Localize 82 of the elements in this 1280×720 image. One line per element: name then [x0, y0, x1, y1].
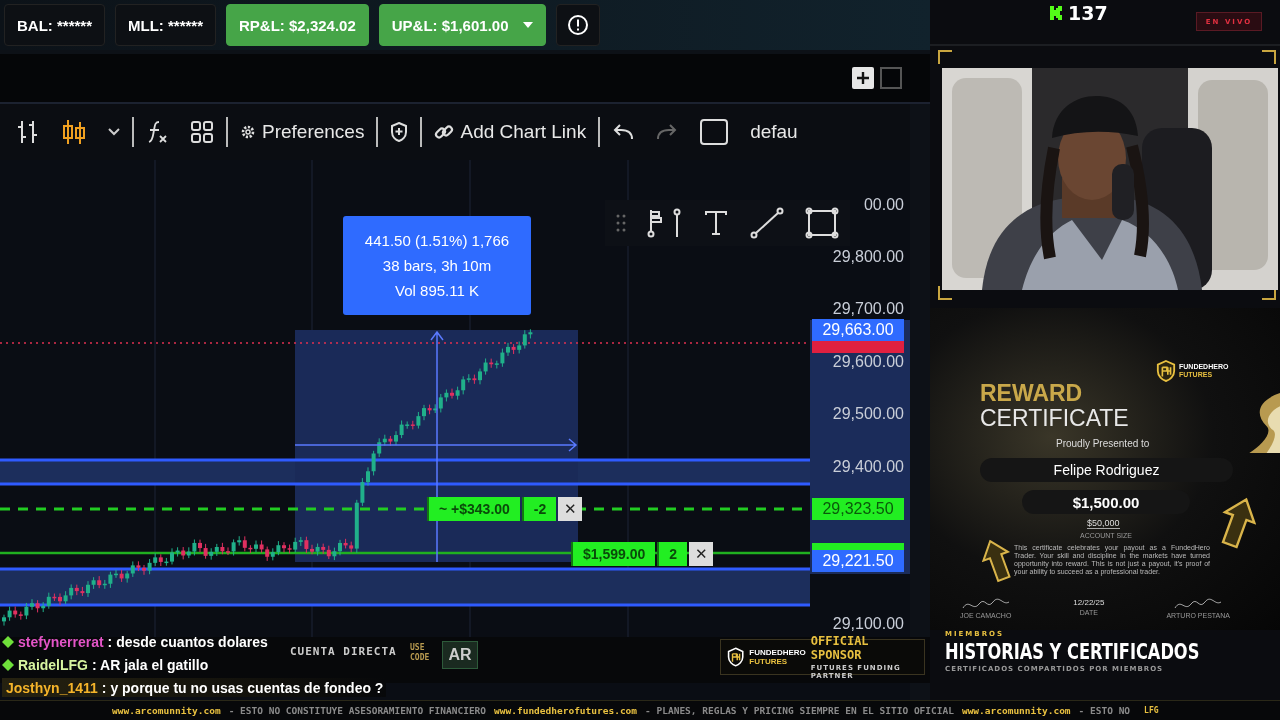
line-tool-icon[interactable] [749, 207, 784, 239]
account-size: $50,000 [1087, 518, 1120, 529]
price-label: 29,700.00 [832, 300, 904, 318]
presented-text: Proudly Presented to [1056, 438, 1150, 449]
account-stat: RP&L: $2,324.02 [226, 4, 369, 46]
sponsor-title: OFFICIAL SPONSOR [810, 634, 870, 662]
corner-bracket [938, 50, 952, 64]
certificate-title: REWARD [980, 380, 1083, 407]
link-icon [434, 122, 455, 142]
account-stat: MLL: ****** [115, 4, 217, 46]
ticker-text: - PLANES, REGLAS Y PRICING SIEMPRE EN EL SITIO OFICIAL [645, 705, 954, 716]
ticker-link[interactable]: www.fundedherofutures.com [494, 705, 638, 716]
grid-icon[interactable] [190, 120, 214, 144]
account-stat: UP&L: $1,601.00 [378, 4, 546, 46]
price-badge: 29,663.00 [812, 319, 904, 341]
kick-logo-icon [1050, 6, 1062, 20]
code-label: USE CODE [410, 643, 431, 663]
chat-username: Josthyn_1411 [6, 679, 98, 696]
brand-text: FUTURES [749, 657, 789, 666]
text-tool-icon[interactable] [704, 210, 729, 236]
brand-text: FUNDEDHERO [749, 648, 806, 657]
chat-message: : AR jala el gatillo [92, 656, 209, 673]
corner-bracket [938, 286, 952, 300]
maximize-icon[interactable] [880, 67, 902, 89]
promo-code: AR [442, 641, 478, 669]
preferences-button[interactable]: Preferences [240, 121, 365, 143]
alert-button[interactable] [555, 4, 600, 46]
ticker-link[interactable]: www.arcomunnity.com [961, 705, 1071, 716]
redo-icon[interactable] [656, 123, 679, 141]
price-label: 00.00 [863, 196, 904, 214]
drag-handle-icon[interactable] [615, 214, 626, 232]
recipient-name: Felipe Rodriguez [980, 458, 1233, 482]
alert-icon [566, 14, 589, 36]
payout-amount: $1,500.00 [1022, 490, 1190, 514]
price-label: 29,400.00 [832, 458, 904, 476]
shield-icon[interactable] [390, 122, 409, 142]
ticker-tag: LFG [1144, 706, 1159, 715]
price-badge: 29,221.50 [812, 550, 904, 572]
candlestick-icon[interactable] [62, 118, 86, 146]
order-pnl-tag[interactable]: $1,599.00 [571, 542, 656, 566]
order-quantity-tag[interactable]: 2 [657, 542, 688, 566]
bars-icon[interactable] [16, 119, 40, 145]
chevron-down-icon[interactable] [108, 128, 120, 136]
caret-icon[interactable] [522, 22, 533, 28]
viewer-count: 137 [1068, 2, 1108, 24]
section-title: HISTORIAS Y CERTIFICADOS [945, 639, 1201, 664]
measure-text: 38 bars, 3h 10m [382, 257, 492, 274]
corner-bracket [1262, 50, 1276, 64]
ticker-text: - ESTO NO [1078, 705, 1131, 716]
square-icon[interactable] [700, 119, 729, 145]
order-pnl-tag[interactable]: ~ +$343.00 [427, 497, 520, 521]
add-icon[interactable] [852, 67, 874, 89]
function-icon[interactable] [146, 119, 168, 145]
chat-username: stefynerrerat [18, 633, 104, 650]
order-quantity-tag[interactable]: -2 [521, 497, 557, 521]
signature-drawing [960, 598, 1011, 610]
rectangle-tool-icon[interactable] [805, 207, 840, 239]
price-label: 29,600.00 [832, 353, 904, 371]
chat-username: RaidelLFG [18, 656, 88, 673]
chat-message: : desde cuantos dolares [107, 633, 268, 650]
signature-drawing [1173, 598, 1224, 610]
promo-title: CUENTA DIRECTA [290, 645, 397, 658]
shield-logo-icon [727, 645, 745, 669]
measure-text: Vol 895.11 K [395, 282, 479, 299]
add-chart-link-button[interactable]: Add Chart Link [434, 121, 587, 143]
close-order-button[interactable]: ✕ [689, 542, 714, 566]
price-label: 29,800.00 [832, 248, 904, 266]
price-label: 29,500.00 [832, 405, 904, 423]
undo-icon[interactable] [612, 123, 635, 141]
close-order-button[interactable]: ✕ [558, 497, 583, 521]
layout-button[interactable]: defau [750, 121, 798, 143]
ticker-link[interactable]: www.arcomunnity.com [112, 705, 221, 716]
certificate-title: CERTIFICATE [980, 405, 1129, 432]
account-stat: BAL: ****** [4, 4, 105, 46]
chat-message: : y porque tu no usas cuentas de fondeo ? [101, 679, 384, 696]
shield-logo-icon [1156, 360, 1176, 382]
price-badge: 29,323.50 [812, 498, 904, 520]
gear-icon [240, 124, 256, 140]
ticker-text: - ESTO NO CONSTITUYE ASESORAMIENTO FINANCIERO [228, 705, 487, 716]
signature-date: 12/22/25 [1073, 598, 1105, 607]
price-label: 29,100.00 [832, 615, 904, 633]
measure-text: 441.50 (1.51%) 1,766 [364, 232, 510, 249]
